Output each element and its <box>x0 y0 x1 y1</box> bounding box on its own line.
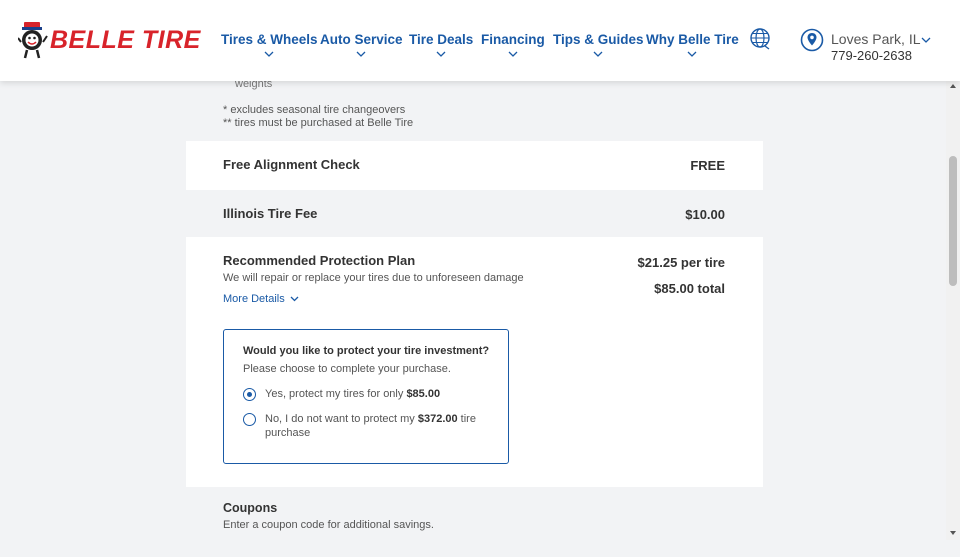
logo-text: BELLE TIRE <box>50 25 201 54</box>
row-label: Free Alignment Check <box>223 157 360 172</box>
chevron-down-icon <box>356 51 366 57</box>
coupons-title: Coupons <box>223 501 278 515</box>
option-no-amount: $372.00 <box>417 413 458 425</box>
alignment-check-row: Free Alignment Check FREE <box>186 141 763 190</box>
nav-tire-deals[interactable]: Tire Deals <box>409 32 473 57</box>
nav-auto-service[interactable]: Auto Service <box>320 32 403 57</box>
chevron-down-icon <box>921 37 931 43</box>
radio-protect-no[interactable] <box>243 413 256 426</box>
option-yes-amount: $85.00 <box>406 388 441 400</box>
nav-financing[interactable]: Financing <box>481 32 545 57</box>
nav-why-belle-tire[interactable]: Why Belle Tire <box>646 32 739 57</box>
chevron-down-icon <box>290 296 299 302</box>
option-no-label[interactable]: No, I do not want to protect my $372.00 … <box>265 412 495 440</box>
option-no-text: No, I do not want to protect my <box>265 413 418 425</box>
row-value: FREE <box>690 158 725 173</box>
belle-tire-logo[interactable]: BELLE TIRE <box>18 20 201 60</box>
nav-label: Tires & Wheels <box>221 32 318 47</box>
chevron-down-icon <box>593 51 603 57</box>
more-details-label: More Details <box>223 293 285 305</box>
tire-mascot-icon <box>18 22 48 59</box>
chevron-down-icon <box>508 51 518 57</box>
chevron-down-icon <box>687 51 697 57</box>
price-per-tire: $21.25 per tire <box>637 255 725 270</box>
option-yes-text: Yes, protect my tires for only <box>265 388 407 400</box>
nav-label: Why Belle Tire <box>646 32 739 47</box>
tire-fee-row: Illinois Tire Fee $10.00 <box>186 190 763 237</box>
page-scrollbar[interactable] <box>946 81 960 540</box>
protection-plan-section: Recommended Protection Plan We will repa… <box>186 237 763 487</box>
location-pin-icon <box>800 28 824 52</box>
protection-title: Recommended Protection Plan <box>223 253 416 268</box>
scroll-up-arrow-icon[interactable] <box>950 83 956 89</box>
nav-label: Auto Service <box>320 32 403 47</box>
more-details-link[interactable]: More Details <box>223 293 299 305</box>
protection-description: We will repair or replace your tires due… <box>223 272 524 284</box>
radio-protect-yes[interactable] <box>243 388 256 401</box>
footnote: * excludes seasonal tire changeovers <box>223 104 406 116</box>
nav-label: Financing <box>481 32 545 47</box>
option-yes-label[interactable]: Yes, protect my tires for only $85.00 <box>265 387 495 401</box>
row-label: Illinois Tire Fee <box>223 206 318 221</box>
service-details-section: weights * excludes seasonal tire changeo… <box>186 78 763 141</box>
chevron-down-icon <box>436 51 446 57</box>
row-value: $10.00 <box>685 207 725 222</box>
nav-tips-guides[interactable]: Tips & Guides <box>553 32 644 57</box>
price-total: $85.00 total <box>654 281 725 296</box>
nav-tires-wheels[interactable]: Tires & Wheels <box>221 32 318 57</box>
globe-language-icon[interactable] <box>748 27 772 51</box>
protection-instruction: Please choose to complete your purchase. <box>243 363 451 375</box>
store-phone: 779-260-2638 <box>831 48 912 63</box>
coupons-description: Enter a coupon code for additional savin… <box>223 519 434 531</box>
site-header: BELLE TIRE Tires & Wheels Auto Service T… <box>0 0 960 81</box>
nav-label: Tips & Guides <box>553 32 644 47</box>
order-summary-card: weights * excludes seasonal tire changeo… <box>186 78 763 557</box>
chevron-down-icon <box>264 51 274 57</box>
nav-label: Tire Deals <box>409 32 474 47</box>
coupons-section: Coupons Enter a coupon code for addition… <box>186 487 763 557</box>
scroll-thumb[interactable] <box>949 156 957 286</box>
footnote: ** tires must be purchased at Belle Tire <box>223 117 414 129</box>
protection-question: Would you like to protect your tire inve… <box>243 345 490 357</box>
scroll-down-arrow-icon[interactable] <box>950 530 956 536</box>
protection-choice-box: Would you like to protect your tire inve… <box>223 329 509 464</box>
location-city: Loves Park, IL <box>831 31 921 47</box>
